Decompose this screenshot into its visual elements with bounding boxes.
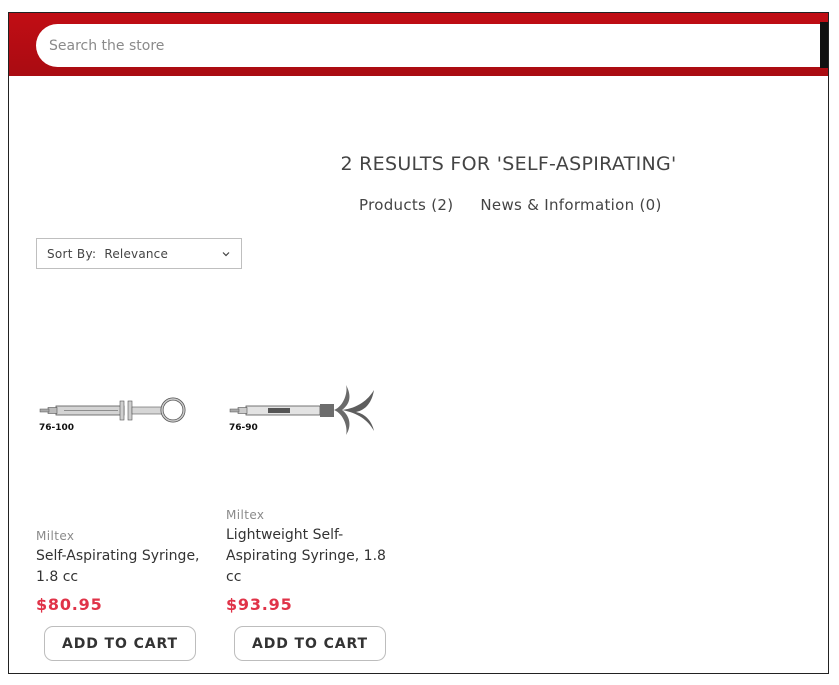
sort-label: Sort By: bbox=[47, 246, 97, 261]
product-image[interactable]: 76-90 bbox=[226, 348, 406, 468]
add-to-cart-button[interactable]: ADD TO CART bbox=[44, 626, 196, 661]
search-input[interactable] bbox=[36, 24, 822, 67]
add-to-cart-button[interactable]: ADD TO CART bbox=[234, 626, 386, 661]
search-submit-edge[interactable] bbox=[820, 22, 828, 68]
results-heading: 2 RESULTS FOR 'SELF-ASPIRATING' bbox=[340, 153, 677, 175]
product-name[interactable]: Self-Aspirating Syringe, 1.8 cc bbox=[36, 546, 211, 588]
product-sku: 76-90 bbox=[229, 423, 258, 433]
tab-products[interactable]: Products (2) bbox=[359, 196, 453, 214]
product-brand: Miltex bbox=[36, 529, 75, 543]
product-price: $80.95 bbox=[36, 595, 103, 614]
syringe-illustration bbox=[39, 397, 186, 423]
search-bar[interactable] bbox=[36, 24, 822, 67]
product-price: $93.95 bbox=[226, 595, 293, 614]
chevron-down-icon bbox=[222, 251, 230, 256]
results-tabs: Products (2) News & Information (0) bbox=[359, 196, 662, 214]
tab-news-information[interactable]: News & Information (0) bbox=[480, 196, 661, 214]
site-header bbox=[9, 13, 828, 76]
product-image[interactable]: 76-100 bbox=[36, 348, 216, 468]
product-name[interactable]: Lightweight Self-Aspirating Syringe, 1.8… bbox=[226, 525, 401, 588]
page-frame: 2 RESULTS FOR 'SELF-ASPIRATING' Products… bbox=[8, 12, 829, 674]
sort-value: Relevance bbox=[104, 246, 169, 261]
product-sku: 76-100 bbox=[39, 423, 74, 433]
product-brand: Miltex bbox=[226, 508, 265, 522]
sort-select[interactable]: Sort By: Relevance bbox=[36, 238, 242, 269]
